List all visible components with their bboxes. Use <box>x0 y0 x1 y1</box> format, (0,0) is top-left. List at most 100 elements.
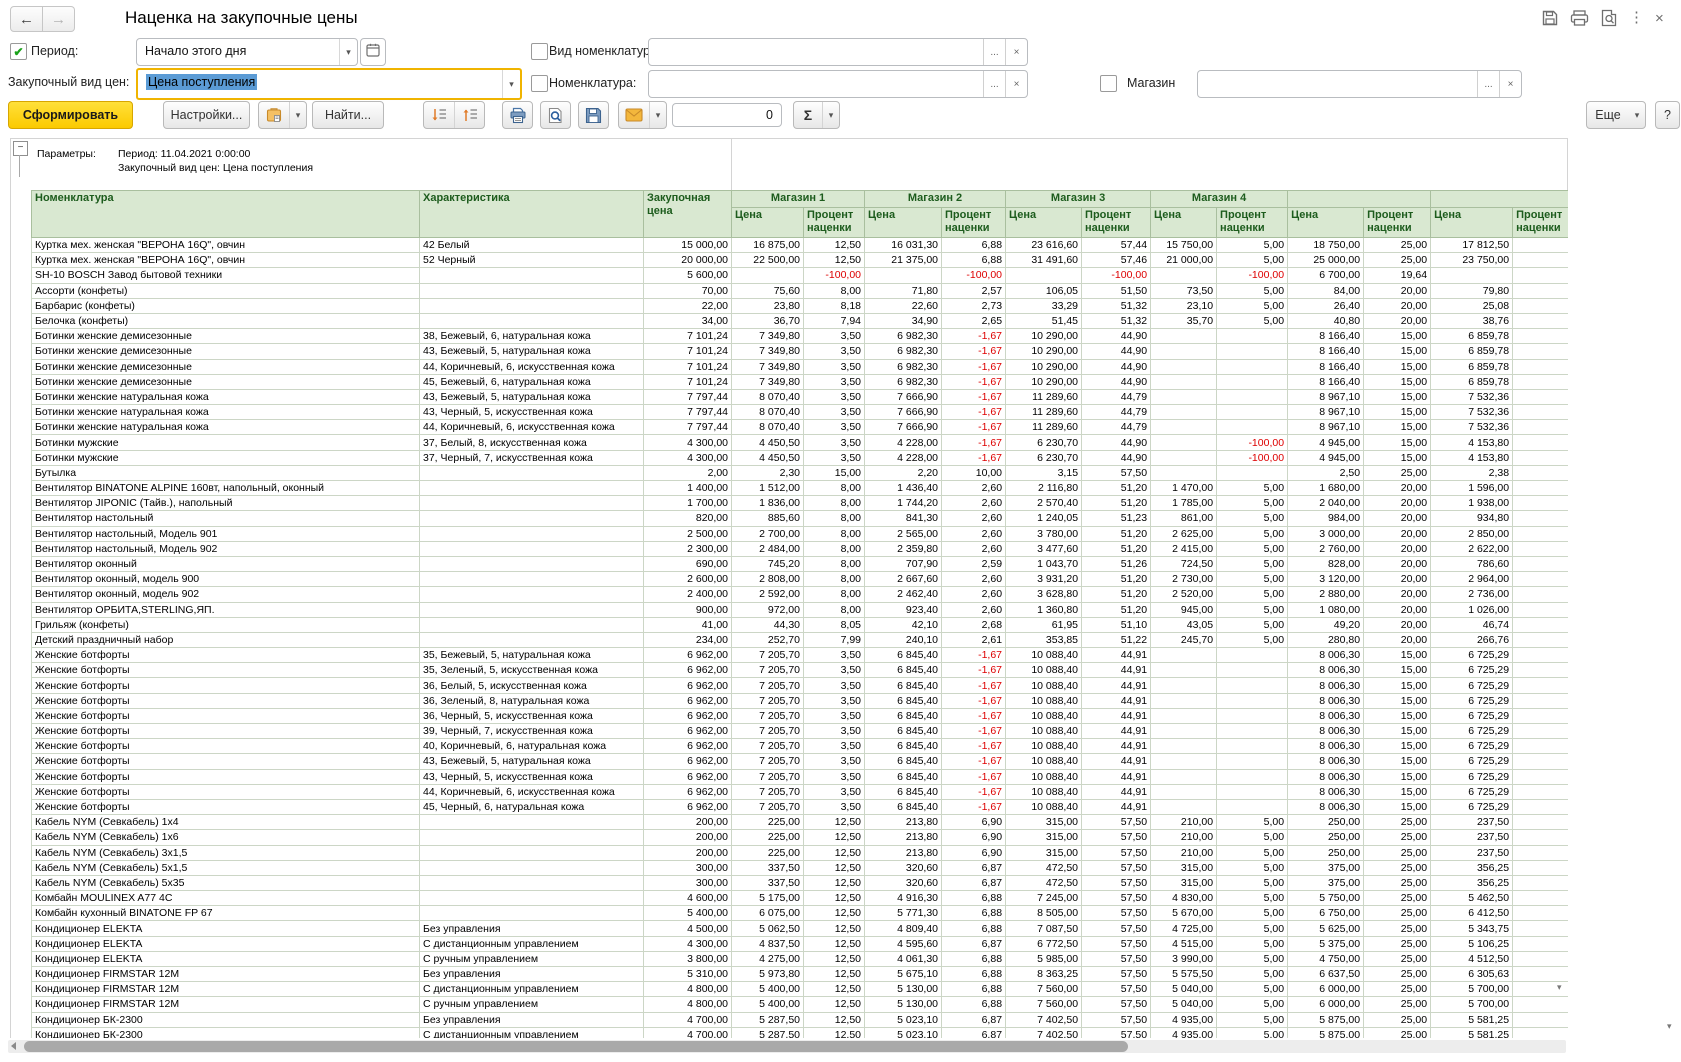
row-value-cell[interactable]: 6 845,40 <box>865 648 942 663</box>
store-group-header-6[interactable] <box>1431 191 1568 208</box>
row-value-cell[interactable]: -1,67 <box>942 678 1006 693</box>
row-value-cell[interactable]: 12,50 <box>804 936 865 951</box>
row-value-cell[interactable]: 5 600,00 <box>644 268 732 283</box>
row-value-cell[interactable]: 6,90 <box>942 845 1006 860</box>
row-value-cell[interactable]: 84,00 <box>1288 283 1364 298</box>
more-actions-button[interactable]: Еще ▾ <box>1586 101 1646 129</box>
row-value-cell[interactable]: 5,00 <box>1217 298 1288 313</box>
row-text-cell[interactable]: Кондиционер ELEKTA <box>32 936 420 951</box>
row-value-cell[interactable]: 4 500,00 <box>644 921 732 936</box>
row-value-cell[interactable]: 5,00 <box>1217 632 1288 647</box>
row-text-cell[interactable]: 40, Коричневый, 6, натуральная кожа <box>420 739 644 754</box>
row-text-cell[interactable]: 42 Белый <box>420 238 644 253</box>
row-value-cell[interactable]: 8 006,30 <box>1288 754 1364 769</box>
row-value-cell[interactable]: -1,67 <box>942 329 1006 344</box>
row-value-cell[interactable]: 7 349,80 <box>732 374 804 389</box>
row-value-cell[interactable]: 8 967,10 <box>1288 389 1364 404</box>
row-value-cell[interactable]: 7 205,70 <box>732 708 804 723</box>
col-header-price[interactable]: Цена <box>732 208 804 238</box>
row-value-cell[interactable]: 353,85 <box>1006 632 1082 647</box>
row-value-cell[interactable]: 4 725,00 <box>1151 921 1217 936</box>
row-value-cell[interactable]: 44,91 <box>1082 678 1151 693</box>
print-preview-button[interactable] <box>540 101 571 129</box>
row-value-cell[interactable]: 8,00 <box>804 481 865 496</box>
horizontal-scrollbar-thumb[interactable] <box>24 1041 1128 1052</box>
row-value-cell[interactable] <box>1151 724 1217 739</box>
row-value-cell[interactable]: 15,00 <box>1364 769 1431 784</box>
row-text-cell[interactable] <box>420 815 644 830</box>
row-value-cell[interactable]: 7 532,36 <box>1431 389 1513 404</box>
row-value-cell[interactable]: 945,00 <box>1151 602 1217 617</box>
row-value-cell[interactable]: 35,70 <box>1151 313 1217 328</box>
generate-button[interactable]: Сформировать <box>8 101 133 129</box>
row-value-cell[interactable]: 5,00 <box>1217 283 1288 298</box>
row-value-cell[interactable]: 57,50 <box>1082 465 1151 480</box>
row-value-cell[interactable]: 6 725,29 <box>1431 784 1513 799</box>
row-value-cell[interactable]: 6 000,00 <box>1288 997 1364 1012</box>
row-value-cell[interactable] <box>1217 678 1288 693</box>
row-value-cell[interactable]: 8 006,30 <box>1288 648 1364 663</box>
row-value-cell[interactable]: 44,90 <box>1082 359 1151 374</box>
row-value-cell[interactable]: 25,00 <box>1364 253 1431 268</box>
row-value-cell[interactable]: 1 043,70 <box>1006 556 1082 571</box>
row-text-cell[interactable]: Кабель NYM (Севкабель) 1x6 <box>32 830 420 845</box>
row-value-cell[interactable] <box>1513 875 1568 890</box>
row-text-cell[interactable]: Кондиционер ELEKTA <box>32 921 420 936</box>
row-text-cell[interactable]: 43, Бежевый, 5, натуральная кожа <box>420 389 644 404</box>
row-value-cell[interactable] <box>1513 496 1568 511</box>
row-value-cell[interactable]: 3,50 <box>804 405 865 420</box>
row-value-cell[interactable]: 6 725,29 <box>1431 648 1513 663</box>
row-value-cell[interactable]: 19,64 <box>1364 268 1431 283</box>
row-value-cell[interactable]: 4 228,00 <box>865 435 942 450</box>
row-value-cell[interactable]: 2,00 <box>644 465 732 480</box>
row-value-cell[interactable]: 320,60 <box>865 860 942 875</box>
row-text-cell[interactable]: 44, Коричневый, 6, искусственная кожа <box>420 420 644 435</box>
row-value-cell[interactable]: 5,00 <box>1217 967 1288 982</box>
row-value-cell[interactable]: 375,00 <box>1288 875 1364 890</box>
row-value-cell[interactable]: 841,30 <box>865 511 942 526</box>
row-value-cell[interactable]: 7 560,00 <box>1006 997 1082 1012</box>
row-value-cell[interactable] <box>1006 268 1082 283</box>
row-text-cell[interactable]: 36, Зеленый, 8, натуральная кожа <box>420 693 644 708</box>
row-value-cell[interactable]: 16 875,00 <box>732 238 804 253</box>
row-value-cell[interactable]: 25,00 <box>1364 860 1431 875</box>
col-header-price[interactable]: Цена <box>1151 208 1217 238</box>
grid-scroll-down-icon[interactable]: ▾ <box>1557 983 1562 992</box>
row-value-cell[interactable]: 4 830,00 <box>1151 891 1217 906</box>
row-value-cell[interactable]: 10 088,40 <box>1006 648 1082 663</box>
row-value-cell[interactable]: 210,00 <box>1151 815 1217 830</box>
row-value-cell[interactable]: 51,20 <box>1082 526 1151 541</box>
row-value-cell[interactable]: 25,00 <box>1364 465 1431 480</box>
row-value-cell[interactable]: 2 880,00 <box>1288 587 1364 602</box>
row-value-cell[interactable] <box>1151 420 1217 435</box>
row-text-cell[interactable]: Вентилятор оконный, модель 902 <box>32 587 420 602</box>
save-button[interactable] <box>578 101 609 129</box>
row-text-cell[interactable]: Женские ботфорты <box>32 663 420 678</box>
row-value-cell[interactable]: 25,00 <box>1364 967 1431 982</box>
row-value-cell[interactable]: 5,00 <box>1217 617 1288 632</box>
row-value-cell[interactable] <box>1513 587 1568 602</box>
row-value-cell[interactable] <box>1513 238 1568 253</box>
row-value-cell[interactable]: 5 670,00 <box>1151 906 1217 921</box>
row-value-cell[interactable]: 6 859,78 <box>1431 344 1513 359</box>
row-value-cell[interactable]: 31 491,60 <box>1006 253 1082 268</box>
row-value-cell[interactable]: 25,00 <box>1364 1012 1431 1027</box>
row-value-cell[interactable]: 3,50 <box>804 420 865 435</box>
row-value-cell[interactable]: 12,50 <box>804 997 865 1012</box>
row-value-cell[interactable]: 7 402,50 <box>1006 1027 1082 1038</box>
row-value-cell[interactable]: 7 245,00 <box>1006 891 1082 906</box>
row-value-cell[interactable] <box>1151 268 1217 283</box>
row-value-cell[interactable]: 707,90 <box>865 556 942 571</box>
row-text-cell[interactable] <box>420 541 644 556</box>
row-value-cell[interactable]: 6,88 <box>942 891 1006 906</box>
row-value-cell[interactable]: 4 595,60 <box>865 936 942 951</box>
print-report-icon[interactable] <box>1570 9 1589 27</box>
row-value-cell[interactable]: 234,00 <box>644 632 732 647</box>
row-value-cell[interactable]: 12,50 <box>804 1012 865 1027</box>
row-text-cell[interactable]: Детский праздничный набор <box>32 632 420 647</box>
row-value-cell[interactable] <box>1217 374 1288 389</box>
row-value-cell[interactable]: 1 400,00 <box>644 481 732 496</box>
row-value-cell[interactable]: 6,87 <box>942 936 1006 951</box>
row-text-cell[interactable] <box>420 830 644 845</box>
row-value-cell[interactable]: 5,00 <box>1217 860 1288 875</box>
